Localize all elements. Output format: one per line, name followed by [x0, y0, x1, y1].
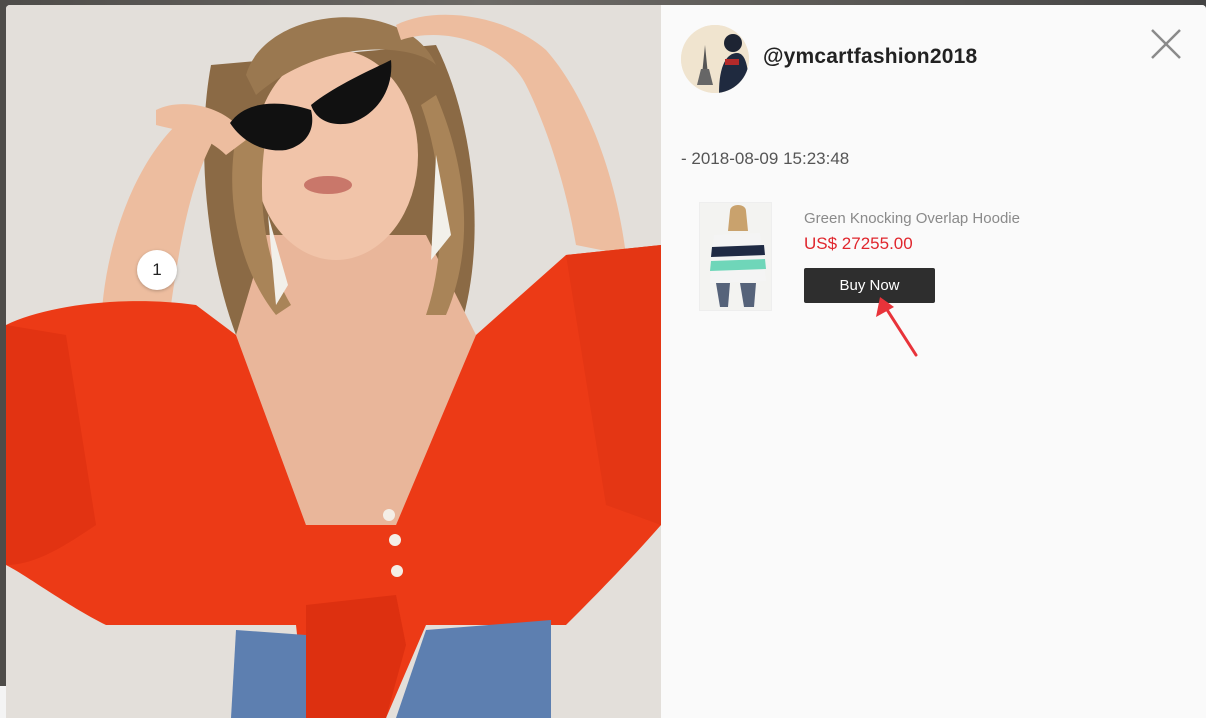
user-avatar[interactable] [681, 25, 749, 93]
product-name[interactable]: Green Knocking Overlap Hoodie [804, 210, 1020, 227]
avatar-image [681, 25, 749, 93]
product-thumbnail[interactable] [699, 202, 772, 311]
model-photo-illustration [6, 5, 661, 718]
product-price: US$ 27255.00 [804, 234, 913, 253]
product-thumbnail-image [700, 203, 771, 310]
post-timestamp: - 2018-08-09 15:23:48 [681, 149, 850, 168]
product-tag-marker[interactable]: 1 [137, 250, 177, 290]
close-icon [1151, 29, 1181, 59]
username[interactable]: @ymcartfashion2018 [763, 45, 977, 69]
post-info-panel: @ymcartfashion2018 - 2018-08-09 15:23:48… [661, 5, 1206, 718]
red-arrow-icon [876, 297, 918, 357]
close-button[interactable] [1149, 27, 1183, 61]
post-detail-modal: 1 @ymcartfashion2018 - 2018-08-09 15:23:… [6, 5, 1206, 718]
post-photo: 1 [6, 5, 661, 718]
